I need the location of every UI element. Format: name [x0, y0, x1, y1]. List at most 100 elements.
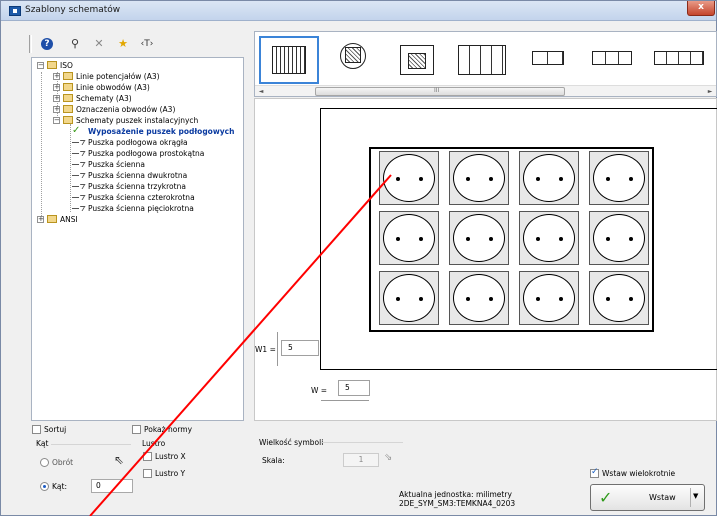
socket-pin	[559, 177, 563, 181]
mirror-x-label: Lustro X	[155, 452, 186, 461]
thumbnail-scrollbar[interactable]: ◄ III ►	[255, 85, 716, 96]
thumbnail-drawing	[458, 45, 506, 75]
thumbnail-drawing	[654, 51, 704, 65]
insert-checkmark-icon: ✓	[599, 488, 613, 507]
socket-pin	[419, 177, 423, 181]
socket-outlet-icon	[593, 274, 645, 322]
binoculars-icon[interactable]: ⚲	[67, 37, 83, 51]
socket-pin	[629, 237, 633, 241]
mirror-group-label: Lustro	[142, 439, 166, 448]
rotation-radio[interactable]	[40, 458, 49, 467]
folder-icon	[63, 94, 73, 102]
collapse-icon[interactable]: −	[37, 62, 44, 69]
w1-label: W1 =	[255, 345, 276, 354]
expand-icon[interactable]: +	[53, 95, 60, 102]
tree-item-label: Puszka ścienna	[88, 160, 146, 169]
socket-pin	[559, 297, 563, 301]
thumbnail-wall-box-3x[interactable]	[581, 36, 641, 84]
title-bar[interactable]: Szablony schematów x	[1, 1, 716, 21]
scale-picker-icon[interactable]: ⇘	[384, 452, 392, 463]
leaf-icon	[72, 194, 84, 200]
mirror-y-checkbox[interactable]	[143, 469, 152, 478]
scroll-thumb[interactable]: III	[315, 87, 565, 96]
socket-pin	[489, 177, 493, 181]
leaf-icon	[72, 183, 84, 189]
folder-icon	[63, 72, 73, 80]
thumbnail-rect-box[interactable]	[387, 36, 447, 84]
dropdown-arrow-icon[interactable]: ▼	[693, 492, 698, 500]
angle-radio[interactable]	[40, 482, 49, 491]
current-unit-text: Aktualna jednostka: milimetry	[399, 490, 512, 499]
socket-outlet-icon	[383, 274, 435, 322]
thumbnail-strip[interactable]: ◄ III ►	[254, 31, 717, 97]
folder-icon	[63, 105, 73, 113]
socket-box	[379, 211, 439, 265]
favorite-star-icon[interactable]: ★	[115, 37, 131, 51]
thumbnail-drawing	[272, 46, 306, 74]
socket-outlet-icon	[383, 154, 435, 202]
tree-item-label: Schematy (A3)	[76, 94, 132, 103]
socket-box	[379, 271, 439, 325]
w1-input[interactable]: 5	[281, 340, 319, 356]
socket-box	[449, 151, 509, 205]
socket-outlet-icon	[453, 214, 505, 262]
socket-box	[589, 211, 649, 265]
toolbar-grip[interactable]	[29, 35, 32, 53]
tree-item-label: Linie potencjałów (A3)	[76, 72, 160, 81]
expand-icon[interactable]: +	[53, 84, 60, 91]
symbol-id-text: 2DE_SYM_SM3:TEMKNA4_0203	[399, 499, 516, 508]
socket-pin	[419, 237, 423, 241]
socket-outlet-icon	[593, 214, 645, 262]
folder-icon	[63, 116, 73, 124]
socket-pin	[396, 237, 400, 241]
socket-pin	[466, 297, 470, 301]
scroll-left-icon[interactable]: ◄	[255, 86, 267, 96]
help-icon[interactable]: ?	[41, 38, 53, 50]
scale-input[interactable]: 1	[343, 453, 379, 467]
scale-label: Skala:	[262, 456, 285, 465]
sort-checkbox[interactable]	[32, 425, 41, 434]
thumbnail-wall-box-4x[interactable]	[647, 36, 707, 84]
leaf-icon	[72, 172, 84, 178]
angle-group-label: Kąt	[36, 439, 49, 448]
close-button[interactable]: x	[687, 1, 715, 16]
folder-icon	[63, 83, 73, 91]
socket-pin	[606, 237, 610, 241]
tree-item-label: ANSI	[60, 215, 78, 224]
tree-item-label: Puszka ścienna pięciokrotna	[88, 204, 194, 213]
tree-connector	[41, 72, 42, 220]
socket-pin	[466, 237, 470, 241]
tree-item-label: Oznaczenia obwodów (A3)	[76, 105, 176, 114]
delete-icon[interactable]: ✕	[91, 37, 107, 51]
thumbnail-box-4x3[interactable]	[259, 36, 319, 84]
w-input[interactable]: 5	[338, 380, 370, 396]
insert-multiple-checkbox[interactable]	[590, 467, 599, 478]
socket-pin	[419, 297, 423, 301]
expand-icon[interactable]: +	[37, 216, 44, 223]
angle-input[interactable]: 0	[91, 479, 133, 493]
scroll-right-icon[interactable]: ►	[704, 86, 716, 96]
socket-pin	[536, 297, 540, 301]
socket-outlet-icon	[523, 154, 575, 202]
mirror-x-checkbox[interactable]	[143, 452, 152, 461]
insert-button[interactable]: ✓ Wstaw ▼	[590, 484, 705, 511]
rotation-label: Obrót	[52, 458, 74, 467]
thumbnail-wall-box[interactable]	[451, 36, 511, 84]
thumbnail-wall-box-2x[interactable]	[517, 36, 577, 84]
thumbnail-drawing	[532, 51, 564, 65]
socket-pin	[629, 177, 633, 181]
expand-icon[interactable]: +	[53, 106, 60, 113]
text-size-icon[interactable]: ‹T›	[139, 37, 155, 51]
expand-icon[interactable]: +	[53, 73, 60, 80]
collapse-icon[interactable]: −	[53, 117, 60, 124]
floor-box-outline	[320, 108, 717, 370]
socket-box	[589, 151, 649, 205]
template-tree[interactable]: − ISO + Linie potencjałów (A3) + Linie o…	[31, 57, 244, 421]
angle-label: Kąt:	[52, 482, 67, 491]
show-standards-checkbox[interactable]	[132, 425, 141, 434]
socket-box	[519, 271, 579, 325]
thumbnail-round-box[interactable]	[323, 36, 383, 84]
socket-box	[519, 211, 579, 265]
tree-item-label: Puszka podłogowa prostokątna	[88, 149, 205, 158]
socket-outlet-icon	[453, 274, 505, 322]
